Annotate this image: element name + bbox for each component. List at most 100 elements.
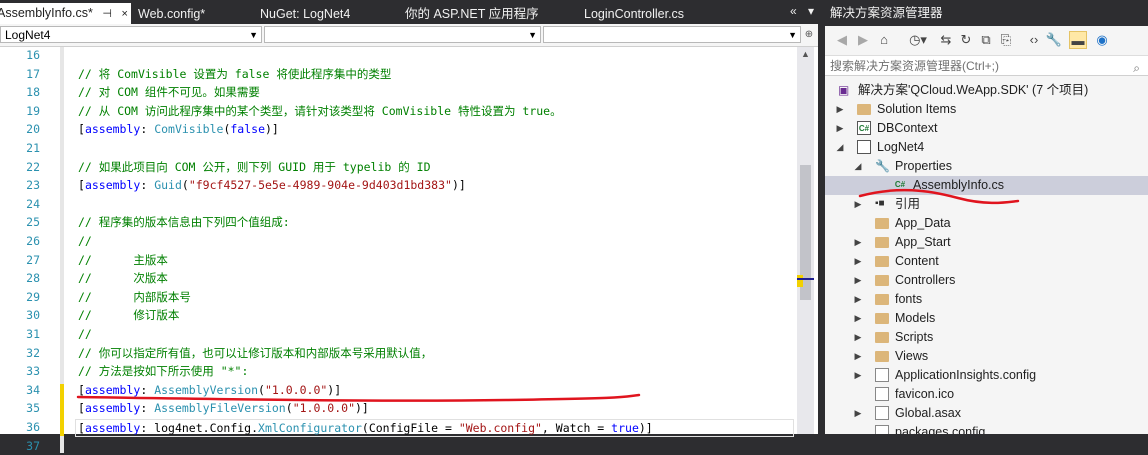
tree-node-label: Views [895, 349, 929, 363]
collapse-icon[interactable]: ◢ [853, 157, 863, 176]
tree-node-models[interactable]: ▶ Models [825, 309, 1148, 328]
expand-icon[interactable]: ▶ [853, 328, 863, 347]
code-token: assembly [84, 421, 141, 435]
code-line: // 对 COM 组件不可见。如果需要 [78, 85, 260, 100]
collapse-icon[interactable]: ◢ [835, 138, 845, 157]
code-token: true [611, 421, 639, 435]
tab-assemblyinfo[interactable]: AssemblyInfo.cs* ⊣ × [0, 3, 131, 24]
code-editor[interactable]: 16 17 18 19 20 21 22 23 24 25 26 27 28 2… [0, 47, 818, 453]
wrench-icon[interactable]: 🔧 [1045, 31, 1063, 49]
line-number: 24 [26, 196, 40, 211]
expand-icon[interactable]: ▶ [853, 271, 863, 290]
image-file-icon [875, 387, 889, 401]
tab-list-icon[interactable]: « [790, 4, 797, 18]
chevron-down-icon: ▼ [788, 30, 797, 40]
expand-icon[interactable]: ▶ [853, 309, 863, 328]
asax-file-icon [875, 406, 889, 420]
pending-changes-icon[interactable]: ◷▾ [905, 31, 931, 49]
tree-node-label: App_Data [895, 216, 951, 230]
expand-icon[interactable]: ▶ [853, 290, 863, 309]
chevron-down-icon[interactable]: ▾ [808, 4, 814, 18]
forward-icon[interactable]: ▶ [854, 31, 872, 49]
tree-node-label: Content [895, 254, 939, 268]
tree-node-views[interactable]: ▶ Views [825, 347, 1148, 366]
expand-icon[interactable]: ▶ [853, 366, 863, 385]
tab-aspnet[interactable]: 你的 ASP.NET 应用程序 [405, 4, 539, 24]
solution-explorer-toolbar: ◀ ▶ ⌂ ◷▾ ⇆ ↻ ⧉ ⎘ ‹› 🔧 ▬ ◉ [825, 26, 1148, 56]
tree-node-label: Properties [895, 159, 952, 173]
tree-node-favicon[interactable]: favicon.ico [825, 385, 1148, 404]
home-icon[interactable]: ⌂ [875, 31, 893, 49]
red-underline-annotation [76, 393, 641, 402]
code-token: )] [451, 178, 466, 193]
pin-icon[interactable]: ⊣ [102, 4, 112, 24]
preview-selected-icon[interactable]: ▬ [1069, 31, 1087, 49]
tab-overflow-controls: « ▾ [782, 4, 814, 18]
tree-node-solution-items[interactable]: ▶ Solution Items [825, 100, 1148, 119]
panel-splitter[interactable] [818, 0, 825, 434]
expand-icon[interactable]: ▶ [835, 119, 845, 138]
line-number: 27 [26, 252, 40, 267]
panel-title: 解决方案资源管理器 [825, 0, 1148, 26]
line-number: 22 [26, 159, 40, 174]
tree-node-app-start[interactable]: ▶ App_Start [825, 233, 1148, 252]
sync-icon[interactable]: ⇆ [937, 31, 955, 49]
back-icon[interactable]: ◀ [833, 31, 851, 49]
code-token: "f9cf4527-5e5e-4989-904e-9d403d1bd383" [188, 178, 452, 193]
tree-node-content[interactable]: ▶ Content [825, 252, 1148, 271]
tree-node-applicationinsights[interactable]: ▶ ApplicationInsights.config [825, 366, 1148, 385]
expand-icon[interactable]: ▶ [853, 233, 863, 252]
web-icon[interactable]: ◉ [1093, 31, 1111, 49]
red-underline-annotation [858, 188, 1020, 205]
tree-node-global-asax[interactable]: ▶ Global.asax [825, 404, 1148, 423]
tree-node-dbcontext[interactable]: ▶ C# DBContext [825, 119, 1148, 138]
tree-node-lognet4[interactable]: ◢ LogNet4 [825, 138, 1148, 157]
project-dropdown-value: LogNet4 [5, 28, 51, 42]
tree-node-solution[interactable]: ▣ 解决方案'QCloud.WeApp.SDK' (7 个项目) [825, 81, 1148, 100]
collapse-all-icon[interactable]: ⧉ [977, 31, 995, 49]
code-token: [ [78, 122, 85, 137]
document-tab-bar: AssemblyInfo.cs* ⊣ × Web.config* NuGet: … [0, 0, 818, 24]
code-token: : [140, 178, 155, 193]
expand-icon[interactable]: ▶ [835, 100, 845, 119]
solution-tree: ▣ 解决方案'QCloud.WeApp.SDK' (7 个项目) ▶ Solut… [825, 78, 1148, 434]
tree-node-packages-config[interactable]: packages.config [825, 423, 1148, 434]
show-all-files-icon[interactable]: ⎘ [997, 31, 1015, 49]
type-dropdown[interactable]: ▼ [264, 26, 541, 43]
code-token: XmlConfigurator [258, 421, 362, 435]
project-dropdown[interactable]: LogNet4 ▼ [0, 26, 262, 43]
code-line: // 次版本 [78, 271, 168, 286]
expand-icon[interactable]: ▶ [853, 347, 863, 366]
editor-vertical-scrollbar[interactable]: ▲ [797, 47, 814, 434]
tree-node-app-data[interactable]: App_Data [825, 214, 1148, 233]
tree-node-controllers[interactable]: ▶ Controllers [825, 271, 1148, 290]
split-editor-icon[interactable]: ⊕ [803, 27, 815, 43]
refresh-icon[interactable]: ↻ [957, 31, 975, 49]
view-code-icon[interactable]: ‹› [1025, 31, 1043, 49]
tree-node-label: 解决方案'QCloud.WeApp.SDK' (7 个项目) [858, 83, 1089, 97]
line-number: 19 [26, 103, 40, 118]
tree-node-scripts[interactable]: ▶ Scripts [825, 328, 1148, 347]
member-dropdown[interactable]: ▼ [543, 26, 801, 43]
tab-web-config[interactable]: Web.config* [138, 4, 205, 24]
expand-icon[interactable]: ▶ [853, 404, 863, 423]
tree-node-label: Controllers [895, 273, 956, 287]
close-icon[interactable]: × [121, 4, 127, 24]
config-file-icon [875, 425, 889, 434]
line-number: 25 [26, 215, 40, 230]
tree-node-fonts[interactable]: ▶ fonts [825, 290, 1148, 309]
tab-nuget[interactable]: NuGet: LogNet4 [260, 4, 350, 24]
code-token: false [230, 122, 265, 137]
line-number: 31 [26, 327, 40, 341]
line-number: 18 [26, 85, 40, 100]
tree-node-properties[interactable]: ◢ 🔧 Properties [825, 157, 1148, 176]
scroll-up-icon[interactable]: ▲ [797, 47, 814, 61]
tab-logincontroller[interactable]: LoginController.cs [584, 4, 684, 24]
line-number: 35 [26, 401, 40, 416]
code-token: )] [638, 421, 653, 435]
expand-icon[interactable]: ▶ [853, 252, 863, 271]
code-token: ( [181, 178, 189, 193]
solution-search-input[interactable]: 搜索解决方案资源管理器(Ctrl+;) ⌕ [825, 56, 1148, 76]
folder-icon [875, 275, 889, 286]
tree-node-label: LogNet4 [877, 140, 925, 154]
